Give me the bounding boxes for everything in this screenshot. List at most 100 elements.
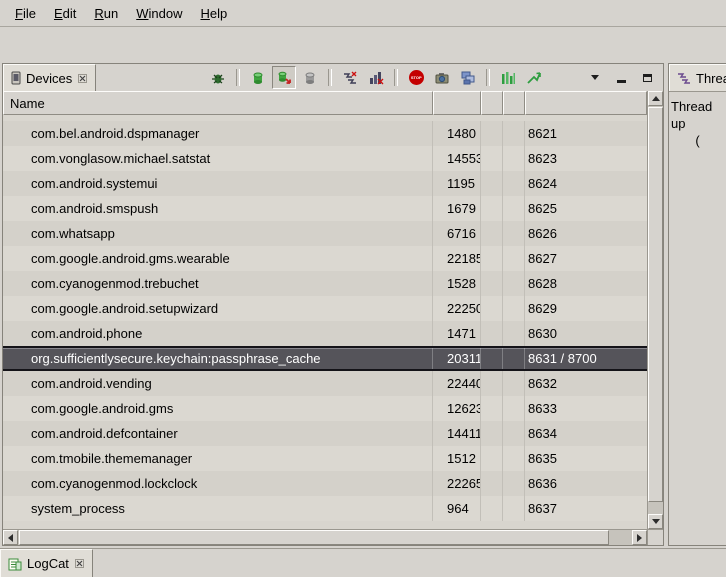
process-port: 8624 (525, 171, 647, 196)
empty-cell (503, 196, 525, 221)
column-header-port[interactable] (525, 91, 647, 115)
horizontal-scrollbar[interactable] (3, 529, 647, 545)
chevron-down-icon (591, 75, 599, 80)
empty-cell (503, 271, 525, 296)
empty-cell (481, 221, 503, 246)
update-heap-button[interactable] (246, 66, 270, 89)
menu-item[interactable]: Edit (45, 3, 85, 24)
dump-hprof-button[interactable] (272, 66, 296, 89)
table-row[interactable]: com.cyanogenmod.lockclock 22265 8636 (3, 471, 647, 496)
menu-item[interactable]: Run (85, 3, 127, 24)
process-pid: 20311 (433, 348, 481, 369)
maximize-button[interactable] (635, 66, 659, 89)
scroll-down-icon (652, 519, 660, 524)
process-port: 8636 (525, 471, 647, 496)
devices-toolbar: STOP (206, 64, 663, 91)
process-name: com.vonglasow.michael.satstat (3, 146, 433, 171)
menu-item[interactable]: File (6, 3, 45, 24)
process-pid: 1679 (433, 196, 481, 221)
tab-devices[interactable]: Devices (3, 64, 96, 91)
tab-devices-label: Devices (26, 71, 72, 86)
process-port: 8625 (525, 196, 647, 221)
tab-logcat-label: LogCat (27, 556, 69, 571)
process-port: 8637 (525, 496, 647, 521)
update-threads-button[interactable] (338, 66, 362, 89)
table-row[interactable]: com.vonglasow.michael.satstat 14553 8623 (3, 146, 647, 171)
method-profiling-button[interactable] (364, 66, 388, 89)
tab-close-icon[interactable] (74, 558, 85, 569)
empty-cell (503, 348, 525, 369)
cause-gc-button[interactable] (298, 66, 322, 89)
table-row[interactable]: org.sufficientlysecure.keychain:passphra… (3, 346, 647, 371)
tab-threads-label: Threads (696, 71, 726, 86)
empty-cell (481, 396, 503, 421)
tab-logcat[interactable]: LogCat (0, 549, 93, 577)
column-header-name[interactable]: Name (3, 91, 433, 115)
process-list: com.bel.android.dspmanager 1480 8621 com… (3, 115, 647, 529)
toolbar-separator (328, 69, 332, 86)
menu-item[interactable]: Help (191, 3, 236, 24)
process-name: com.android.smspush (3, 196, 433, 221)
empty-cell (503, 146, 525, 171)
table-row[interactable]: com.cyanogenmod.trebuchet 1528 8628 (3, 271, 647, 296)
tab-close-icon[interactable] (77, 73, 88, 84)
column-header-pid[interactable] (433, 91, 481, 115)
systrace-button[interactable] (496, 66, 520, 89)
screen-capture-button[interactable] (430, 66, 454, 89)
method-profiling-icon (368, 70, 384, 86)
process-name: com.cyanogenmod.trebuchet (3, 271, 433, 296)
column-header-blank2[interactable] (503, 91, 525, 115)
table-row[interactable]: com.bel.android.dspmanager 1480 8621 (3, 121, 647, 146)
ui-hierarchy-button[interactable] (456, 66, 480, 89)
table-row[interactable]: system_process 964 8637 (3, 496, 647, 521)
vertical-scrollbar[interactable] (647, 91, 663, 529)
table-row[interactable]: com.google.android.gms 12623 8633 (3, 396, 647, 421)
tab-threads[interactable]: Threads (669, 64, 726, 91)
table-row[interactable]: com.android.vending 22440 8632 (3, 371, 647, 396)
opengl-trace-button[interactable] (522, 66, 546, 89)
empty-cell (481, 271, 503, 296)
minimize-button[interactable] (609, 66, 633, 89)
process-port: 8626 (525, 221, 647, 246)
table-row[interactable]: com.android.defcontainer 14411 8634 (3, 421, 647, 446)
process-pid: 1480 (433, 121, 481, 146)
empty-cell (481, 446, 503, 471)
process-port: 8629 (525, 296, 647, 321)
opengl-trace-icon (526, 70, 542, 86)
scroll-left-button[interactable] (3, 530, 18, 545)
view-menu-button[interactable] (583, 66, 607, 89)
devices-tabbar: Devices (3, 64, 663, 92)
toolbar-separator (236, 69, 240, 86)
table-row[interactable]: com.tmobile.thememanager 1512 8635 (3, 446, 647, 471)
process-name: system_process (3, 496, 433, 521)
process-name: com.android.systemui (3, 171, 433, 196)
cause-gc-icon (302, 70, 318, 86)
table-row[interactable]: com.android.systemui 1195 8624 (3, 171, 647, 196)
table-row[interactable]: com.android.phone 1471 8630 (3, 321, 647, 346)
debug-attach-icon (210, 70, 226, 86)
vertical-scroll-thumb[interactable] (648, 107, 663, 502)
process-pid: 14553 (433, 146, 481, 171)
logcat-bar: LogCat (0, 548, 726, 577)
empty-cell (503, 171, 525, 196)
stop-process-button[interactable]: STOP (404, 66, 428, 89)
column-header-blank1[interactable] (481, 91, 503, 115)
screen-capture-icon (434, 70, 450, 86)
scroll-right-button[interactable] (632, 530, 647, 545)
scroll-up-button[interactable] (648, 91, 663, 106)
debug-attach-button[interactable] (206, 66, 230, 89)
table-row[interactable]: com.google.android.gms.wearable 22185 86… (3, 246, 647, 271)
threads-message: Thread up ( (669, 92, 726, 149)
process-port: 8623 (525, 146, 647, 171)
table-row[interactable]: com.android.smspush 1679 8625 (3, 196, 647, 221)
empty-cell (481, 348, 503, 369)
empty-cell (503, 421, 525, 446)
ui-hierarchy-icon (460, 70, 476, 86)
devices-table: Name com.bel.android.dspmanager 1480 862… (3, 91, 663, 545)
horizontal-scroll-thumb[interactable] (19, 530, 609, 545)
table-row[interactable]: com.google.android.setupwizard 22250 862… (3, 296, 647, 321)
threads-icon (677, 71, 691, 85)
menu-item[interactable]: Window (127, 3, 191, 24)
scroll-down-button[interactable] (648, 514, 663, 529)
table-row[interactable]: com.whatsapp 6716 8626 (3, 221, 647, 246)
